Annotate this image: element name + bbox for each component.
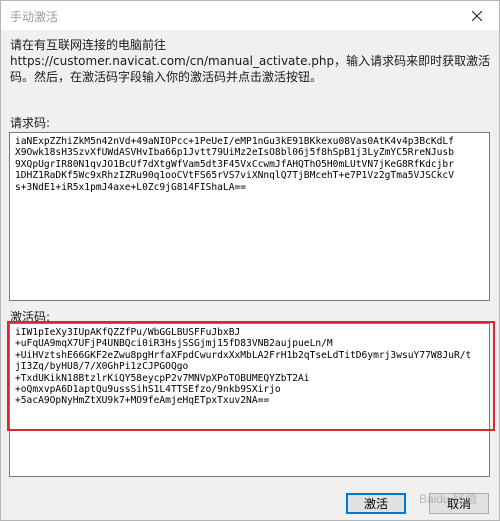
request-code-field[interactable]: iaNExpZZhiZkM5n42nVd+49aNIOPcc+1PeUeI/eM…: [9, 132, 490, 301]
window-title: 手动激活: [10, 10, 59, 24]
close-icon: [471, 10, 482, 21]
request-code-line: 1DHZ1RaDKf5Wc9xRhzIZRu90q1ooCVtFS65rVS7v…: [15, 170, 454, 182]
activation-code-line: +TxdUKikN18BtzlrKiQY58eycpP2v7MNVpXPoTOB…: [15, 372, 310, 384]
activation-code-line: +UiHVztshE66GKF2eZwu8pgHrfaXFpdCwurdxXxM…: [15, 349, 472, 361]
manual-activation-dialog: 手动激活 请在有互联网连接的电脑前往 https://customer.navi…: [0, 0, 500, 521]
close-button[interactable]: [454, 1, 499, 30]
request-code-line: X9Owk18sH3SzvXfUWdASVHvIba66p1Jvtt79UiMz…: [15, 147, 454, 159]
activation-code-line: +uFqUA9mqX7UFjP4UNBQci0iR3HsjSSGjmj15fD8…: [15, 338, 333, 350]
activation-code-line: jI3Zq/byHU8/7/X0GhPi1zCJPGOQgo: [15, 361, 189, 373]
request-code-line: s+3NdE1+iR5x1pmJ4axe+L0Zc9jG814FIShaLA==: [15, 181, 247, 193]
activation-code-field[interactable]: iIW1pIeXy3IUpAKfQZZfPu/WbGGLBUSFFuJbxBJ +…: [9, 323, 490, 477]
request-code-line: iaNExpZZhiZkM5n42nVd+49aNIOPcc+1PeUeI/eM…: [15, 136, 454, 147]
title-bar: 手动激活: [1, 1, 499, 30]
request-code-line: 9XQpUgrIR80N1qvJO1BcUf7dXtgWfVam5dt3F45V…: [15, 158, 454, 170]
watermark: Baidu 经验: [419, 492, 478, 506]
instruction-text: 请在有互联网连接的电脑前往 https://customer.navicat.c…: [10, 38, 491, 84]
activate-button[interactable]: 激活: [346, 493, 406, 514]
request-code-label: 请求码:: [10, 116, 51, 130]
activation-code-line: +oQmxvpA6D1aptQu9ussSihS1L4TTSEfzo/9nkb9…: [15, 384, 281, 396]
activation-code-line: +5acA9OpNyHmZtXU9k7+MO9feAmjeHqETpxTxuv2…: [15, 395, 270, 407]
activation-code-line: iIW1pIeXy3IUpAKfQZZfPu/WbGGLBUSFFuJbxBJ: [15, 327, 241, 338]
